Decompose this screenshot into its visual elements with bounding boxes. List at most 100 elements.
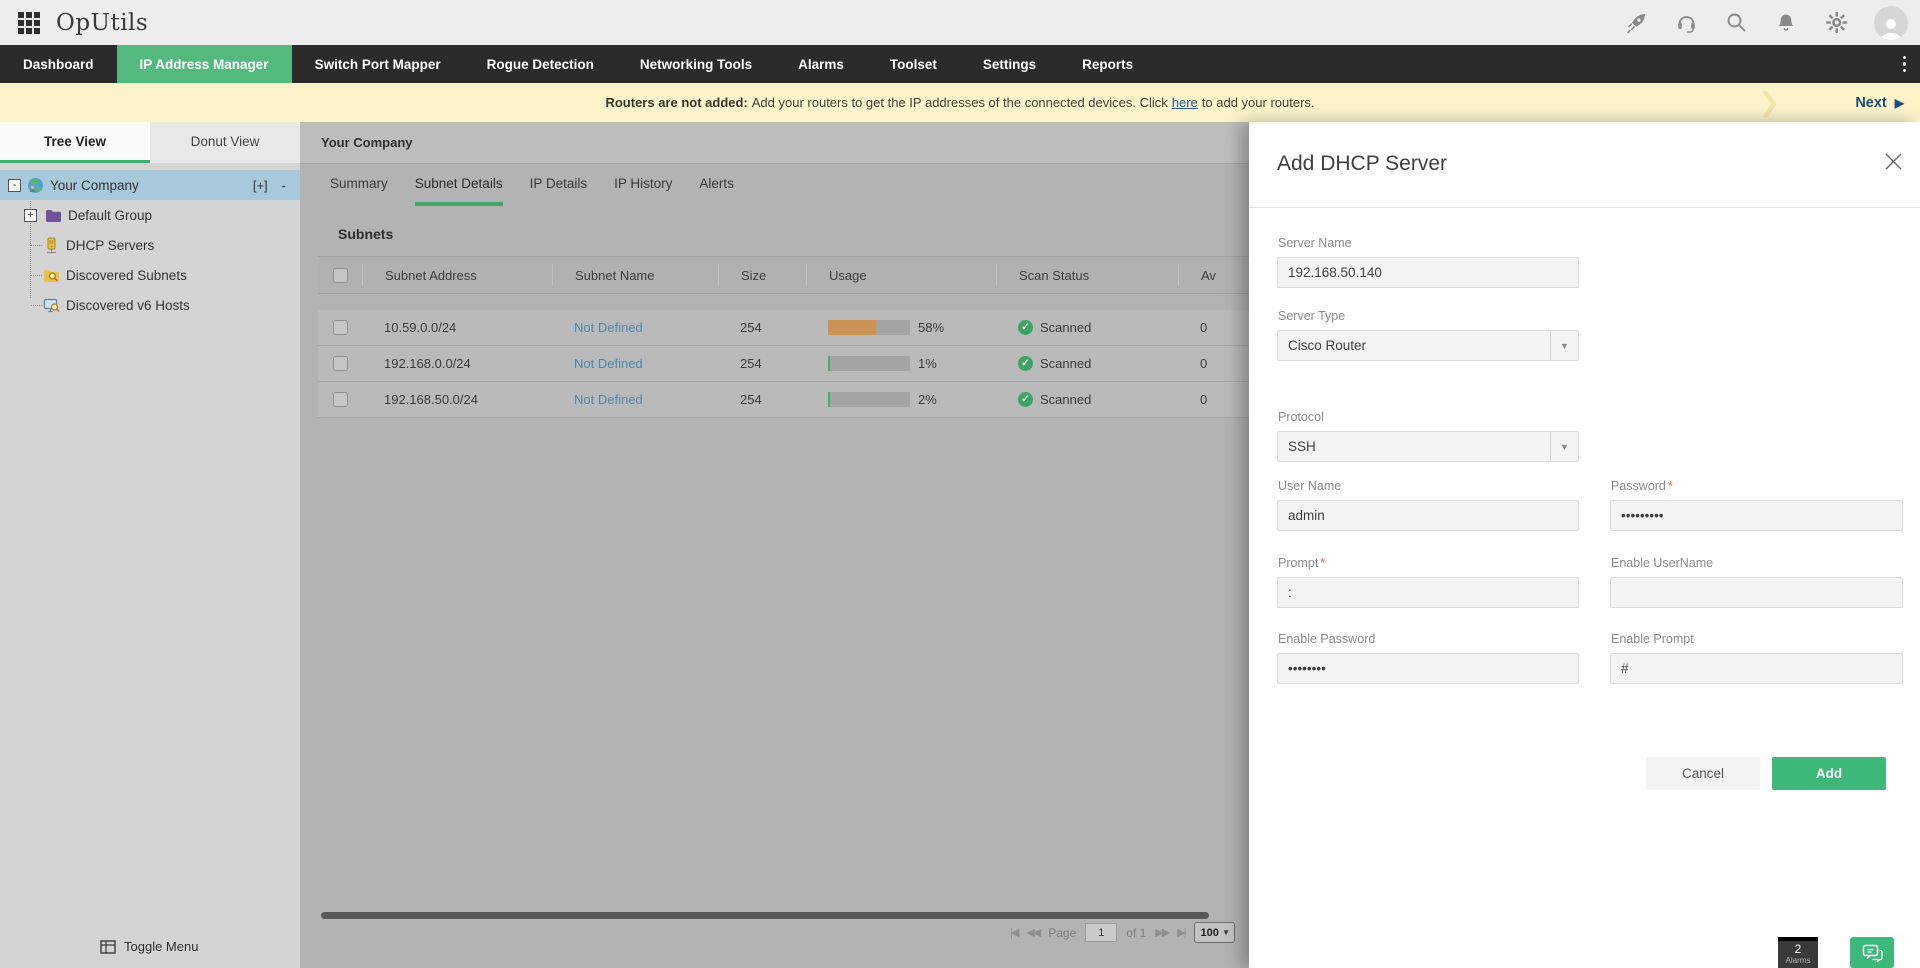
size-cell: 254: [740, 392, 762, 407]
add-group-control[interactable]: [+]: [253, 178, 268, 193]
protocol-select[interactable]: SSH ▼: [1277, 431, 1579, 462]
nav-toolset[interactable]: Toolset: [867, 45, 960, 83]
password-label: Password *: [1611, 479, 1673, 493]
banner-here-link[interactable]: here: [1172, 95, 1198, 110]
size-cell: 254: [740, 320, 762, 335]
page-size-value: 100: [1200, 926, 1219, 939]
server-type-select[interactable]: Cisco Router ▼: [1277, 330, 1579, 361]
server-name-input[interactable]: [1277, 257, 1579, 288]
usage-percent: 1%: [918, 356, 937, 371]
chat-support-button[interactable]: [1850, 937, 1894, 968]
settings-gear-icon[interactable]: [1824, 11, 1848, 35]
tree-item-default-group[interactable]: + Default Group: [0, 200, 300, 230]
chat-bubble-icon: [1862, 944, 1883, 962]
tab-subnet-details[interactable]: Subnet Details: [414, 164, 503, 206]
col-scan-status[interactable]: Scan Status: [996, 264, 1178, 286]
tree-stub-line: [31, 304, 42, 306]
nav-alarms[interactable]: Alarms: [775, 45, 867, 83]
banner-next-button[interactable]: Next ▶: [1855, 95, 1904, 111]
top-bar-icons: [1624, 5, 1908, 40]
alarms-count-badge[interactable]: 2 Alarms: [1778, 937, 1818, 968]
collapse-expander-icon[interactable]: -: [8, 178, 21, 192]
search-icon[interactable]: [1724, 11, 1748, 35]
top-bar: OpUtils: [0, 0, 1920, 45]
tree-item-your-company[interactable]: - Your Company [+] -: [0, 170, 300, 200]
add-button[interactable]: Add: [1772, 757, 1886, 790]
nav-dashboard[interactable]: Dashboard: [0, 45, 117, 83]
nav-reports[interactable]: Reports: [1059, 45, 1156, 83]
tab-tree-view[interactable]: Tree View: [0, 122, 150, 163]
prompt-label: Prompt *: [1278, 556, 1326, 570]
nav-settings[interactable]: Settings: [960, 45, 1059, 83]
tree-item-discovered-v6-hosts[interactable]: Discovered v6 Hosts: [0, 290, 300, 320]
toggle-menu-button[interactable]: Toggle Menu: [100, 939, 198, 954]
first-page-button[interactable]: |◀: [1010, 926, 1019, 939]
subnets-table: Subnet Address Subnet Name Size Usage Sc…: [318, 256, 1308, 418]
tree-item-discovered-subnets[interactable]: Discovered Subnets: [0, 260, 300, 290]
table-row[interactable]: 192.168.0.0/24 Not Defined 254 1% ✓ Scann…: [318, 346, 1308, 382]
subnet-name-link[interactable]: Not Defined: [552, 320, 718, 335]
nav-rogue-detection[interactable]: Rogue Detection: [464, 45, 617, 83]
tab-summary[interactable]: Summary: [330, 164, 388, 206]
notifications-bell-icon[interactable]: [1774, 11, 1798, 35]
support-headset-icon[interactable]: [1674, 11, 1698, 35]
nav-switch-port-mapper[interactable]: Switch Port Mapper: [292, 45, 464, 83]
enable-username-input[interactable]: [1610, 577, 1903, 608]
nav-networking-tools[interactable]: Networking Tools: [617, 45, 775, 83]
enable-password-input[interactable]: [1277, 653, 1579, 684]
row-checkbox[interactable]: [332, 356, 348, 371]
tab-ip-details[interactable]: IP Details: [530, 164, 588, 206]
user-name-input[interactable]: [1277, 500, 1579, 531]
rocket-icon[interactable]: [1624, 11, 1648, 35]
col-subnet-address[interactable]: Subnet Address: [362, 264, 552, 286]
tree-item-dhcp-servers[interactable]: DHCP Servers: [0, 230, 300, 260]
page-size-select[interactable]: 100 ▾: [1193, 922, 1236, 943]
user-avatar[interactable]: [1874, 5, 1908, 40]
tab-ip-history[interactable]: IP History: [614, 164, 672, 206]
subnet-name-link[interactable]: Not Defined: [552, 356, 718, 371]
chevron-down-icon: ▼: [1550, 331, 1578, 360]
next-arrow-icon: ▶: [1894, 95, 1904, 110]
enable-username-label: Enable UserName: [1611, 556, 1714, 570]
subnet-name-link[interactable]: Not Defined: [552, 392, 718, 407]
horizontal-scrollbar[interactable]: [321, 912, 1209, 919]
enable-password-label: Enable Password: [1278, 632, 1376, 646]
table-row[interactable]: 192.168.50.0/24 Not Defined 254 2% ✓ Scan…: [318, 382, 1308, 418]
scanned-check-icon: ✓: [1018, 392, 1033, 407]
protocol-value: SSH: [1288, 439, 1316, 454]
cancel-button[interactable]: Cancel: [1646, 757, 1760, 790]
required-asterisk: *: [1320, 556, 1326, 570]
folder-icon: [44, 206, 62, 224]
col-size[interactable]: Size: [718, 264, 806, 286]
banner-bold-text: Routers are not added:: [605, 95, 748, 110]
col-subnet-name[interactable]: Subnet Name: [552, 264, 718, 286]
remove-group-control[interactable]: -: [282, 178, 286, 193]
row-checkbox[interactable]: [332, 320, 348, 335]
prev-page-button[interactable]: ◀◀: [1026, 926, 1041, 939]
enable-prompt-input[interactable]: [1610, 653, 1903, 684]
nav-overflow-kebab-icon[interactable]: [1902, 55, 1906, 73]
app-grid-icon[interactable]: [18, 11, 40, 34]
select-all-checkbox[interactable]: [332, 267, 348, 283]
col-usage[interactable]: Usage: [806, 264, 996, 286]
nav-ip-address-manager[interactable]: IP Address Manager: [116, 45, 292, 83]
left-sidebar: Tree View Donut View - Your Company [+] …: [0, 122, 300, 968]
prompt-input[interactable]: [1277, 577, 1579, 608]
table-row[interactable]: 10.59.0.0/24 Not Defined 254 58% ✓ Scanne…: [318, 310, 1308, 346]
row-checkbox[interactable]: [332, 392, 348, 407]
usage-percent: 58%: [918, 320, 945, 335]
expand-expander-icon[interactable]: +: [24, 208, 37, 222]
add-dhcp-server-panel: Add DHCP Server Server Name Server Type …: [1249, 122, 1920, 968]
password-input[interactable]: [1610, 500, 1903, 531]
tab-alerts[interactable]: Alerts: [699, 164, 734, 206]
oputils-app-window: OpUtils Dashboard IP Address Manager Swi…: [0, 0, 1920, 968]
next-page-button[interactable]: ▶▶: [1155, 926, 1170, 939]
company-globe-icon: [26, 176, 44, 194]
size-cell: 254: [740, 356, 762, 371]
protocol-label: Protocol: [1278, 410, 1324, 424]
tab-donut-view[interactable]: Donut View: [150, 122, 300, 163]
last-page-button[interactable]: ▶|: [1177, 926, 1186, 939]
page-number-input[interactable]: [1085, 923, 1118, 942]
close-icon[interactable]: [1882, 150, 1904, 172]
tree-item-label: Discovered v6 Hosts: [66, 297, 190, 313]
